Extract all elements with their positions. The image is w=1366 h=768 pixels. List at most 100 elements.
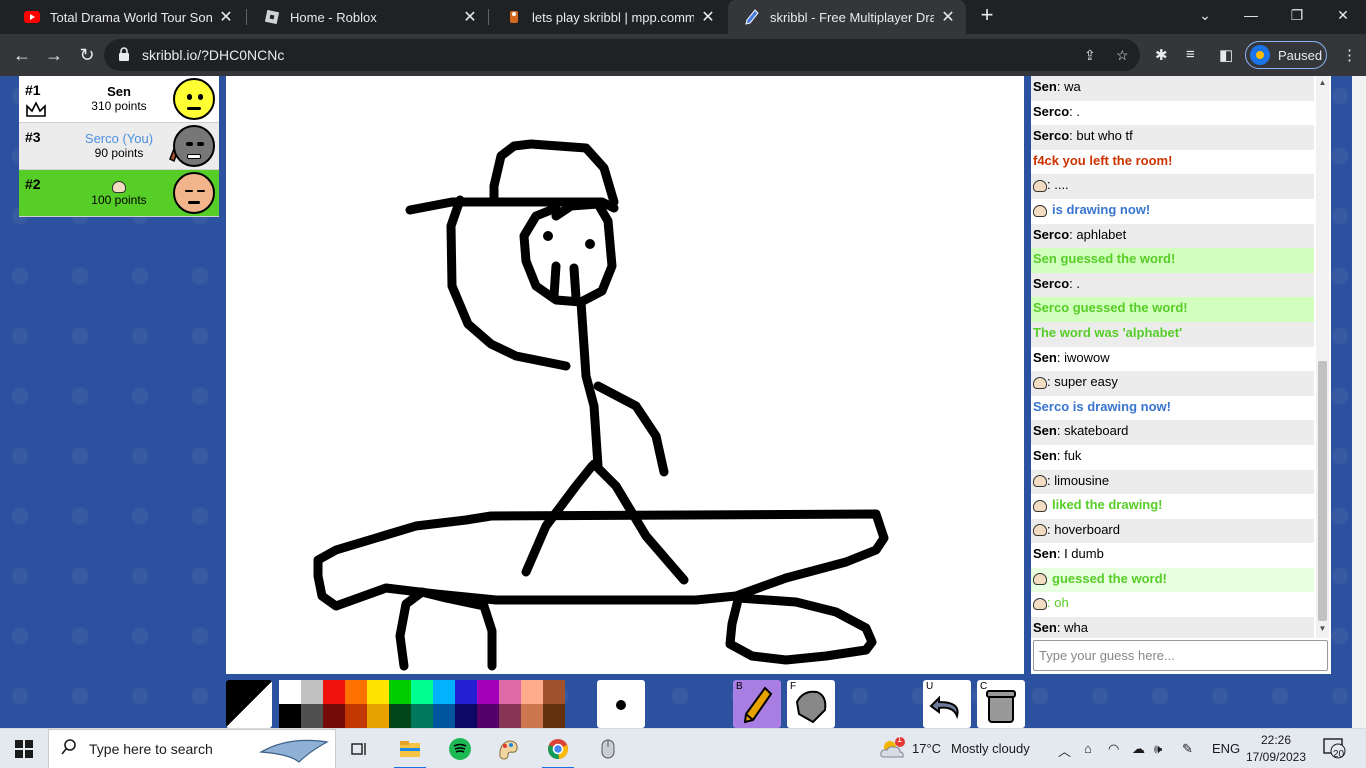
color-swatch[interactable] xyxy=(499,680,521,704)
side-panel-icon[interactable]: ◧ xyxy=(1219,46,1233,64)
color-swatch[interactable] xyxy=(367,704,389,728)
chat-author: Serco xyxy=(1033,275,1070,291)
color-swatch[interactable] xyxy=(521,680,543,704)
mouse-app-icon[interactable] xyxy=(584,729,632,768)
color-swatch[interactable] xyxy=(367,680,389,704)
undo-button[interactable]: U xyxy=(923,680,971,728)
restore-button[interactable]: ❐ xyxy=(1274,0,1320,30)
color-swatch[interactable] xyxy=(411,704,433,728)
tool-hotkey: C xyxy=(980,681,988,692)
chat-message: Serco guessed the word! xyxy=(1031,297,1314,322)
drawing-canvas[interactable] xyxy=(226,76,1024,674)
color-swatch[interactable] xyxy=(411,680,433,704)
color-swatch[interactable] xyxy=(455,704,477,728)
color-swatch[interactable] xyxy=(323,704,345,728)
color-swatch[interactable] xyxy=(323,680,345,704)
color-swatch[interactable] xyxy=(301,704,323,728)
language-indicator[interactable]: ENG xyxy=(1212,741,1240,756)
chat-message: Sen: iwowow xyxy=(1031,346,1314,372)
close-tab-icon[interactable]: ✕ xyxy=(700,7,716,27)
share-icon[interactable]: ⇪ xyxy=(1084,47,1096,64)
brush-size-button[interactable] xyxy=(597,680,645,728)
chat-avatar-icon xyxy=(1033,179,1047,192)
chat-text: guessed the word! xyxy=(1052,570,1167,586)
bookmark-star-icon[interactable]: ☆ xyxy=(1116,47,1129,64)
page-scrollbar[interactable] xyxy=(1352,76,1366,728)
youtube-icon xyxy=(24,9,40,25)
brush-tool-button[interactable]: B xyxy=(733,680,781,728)
onedrive-icon[interactable]: ☁ xyxy=(1132,741,1145,757)
clear-button[interactable]: C xyxy=(977,680,1025,728)
tab-skribbl[interactable]: skribbl - Free Multiplayer Drawin ✕ xyxy=(728,0,966,34)
stick-figure-legs xyxy=(521,459,689,585)
color-swatch[interactable] xyxy=(455,680,477,704)
chat-message: Sen guessed the word! xyxy=(1031,248,1314,273)
player-row[interactable]: #1 Sen 310 points xyxy=(19,76,219,123)
color-swatch[interactable] xyxy=(543,680,565,704)
color-swatch[interactable] xyxy=(433,680,455,704)
color-swatch[interactable] xyxy=(389,704,411,728)
chat-text: : oh xyxy=(1047,595,1069,611)
back-button[interactable]: ← xyxy=(9,42,35,68)
tab-roblox[interactable]: Home - Roblox ✕ xyxy=(248,0,488,34)
color-swatch[interactable] xyxy=(477,680,499,704)
close-window-button[interactable]: ✕ xyxy=(1320,0,1366,30)
show-hidden-icons-chevron-icon[interactable]: ︿ xyxy=(1058,741,1071,760)
file-explorer-icon[interactable] xyxy=(386,729,434,768)
system-clock[interactable]: 22:26 17/09/2023 xyxy=(1240,732,1312,766)
media-controls-icon[interactable]: ≡ xyxy=(1186,46,1195,63)
close-tab-icon[interactable]: ✕ xyxy=(462,7,478,27)
color-swatch[interactable] xyxy=(499,704,521,728)
close-tab-icon[interactable]: ✕ xyxy=(940,7,956,27)
color-swatch[interactable] xyxy=(279,704,301,728)
chrome-menu-icon[interactable]: ⋮ xyxy=(1342,46,1357,64)
minimize-button[interactable]: — xyxy=(1228,0,1274,30)
scroll-thumb[interactable] xyxy=(1318,361,1327,621)
color-swatch[interactable] xyxy=(301,680,323,704)
reload-button[interactable]: ↻ xyxy=(74,42,100,68)
task-view-icon[interactable] xyxy=(336,729,384,768)
color-swatch[interactable] xyxy=(477,704,499,728)
close-tab-icon[interactable]: ✕ xyxy=(218,7,234,27)
color-swatch[interactable] xyxy=(389,680,411,704)
guess-input[interactable] xyxy=(1033,640,1328,671)
tab-mpp[interactable]: lets play skribbl | mpp.communit ✕ xyxy=(490,0,726,34)
weather-description[interactable]: Mostly cloudy xyxy=(951,741,1030,756)
new-tab-button[interactable]: + xyxy=(972,0,1002,30)
player-row[interactable]: #2 100 points xyxy=(19,170,219,217)
color-swatch[interactable] xyxy=(543,704,565,728)
fill-tool-button[interactable]: F xyxy=(787,680,835,728)
extensions-icon[interactable]: ✱ xyxy=(1155,46,1168,64)
pen-workspace-icon[interactable]: ✎ xyxy=(1182,741,1193,757)
taskbar-search[interactable]: Type here to search xyxy=(48,729,336,768)
player-avatar xyxy=(173,125,215,167)
start-button[interactable] xyxy=(0,729,48,768)
tab-search-button[interactable]: ⌄ xyxy=(1182,0,1228,30)
windows-logo-icon xyxy=(15,740,33,758)
meet-now-icon[interactable]: ⌂ xyxy=(1084,741,1092,756)
paint-icon[interactable] xyxy=(484,729,532,768)
color-swatch[interactable] xyxy=(433,704,455,728)
profile-button[interactable]: Paused xyxy=(1245,41,1327,69)
forward-button[interactable]: → xyxy=(41,42,67,68)
chat-text: wa xyxy=(1064,79,1081,94)
tab-youtube[interactable]: Total Drama World Tour Songs, b ✕ xyxy=(8,0,244,34)
player-row-you[interactable]: #3 Serco (You) 90 points xyxy=(19,123,219,170)
color-swatch[interactable] xyxy=(279,680,301,704)
volume-icon[interactable]: 🕪 xyxy=(1154,741,1162,757)
chat-scrollbar[interactable]: ▲ ▼ xyxy=(1316,76,1329,638)
color-swatch[interactable] xyxy=(345,704,367,728)
scroll-down-arrow-icon[interactable]: ▼ xyxy=(1316,624,1329,633)
weather-temp[interactable]: 17°C xyxy=(912,741,941,756)
color-swatch[interactable] xyxy=(521,704,543,728)
color-swatch[interactable] xyxy=(345,680,367,704)
chrome-icon[interactable] xyxy=(534,729,582,768)
wifi-icon[interactable]: ◠ xyxy=(1108,741,1119,757)
color-preview[interactable] xyxy=(226,680,272,728)
skribbl-page: #1 Sen 310 points #3 Serco (You) 90 poin… xyxy=(0,76,1366,728)
lock-icon[interactable] xyxy=(118,47,130,66)
spotify-icon[interactable] xyxy=(436,729,484,768)
address-bar[interactable]: skribbl.io/?DHC0NCNc ⇪ ☆ xyxy=(104,39,1140,71)
chat-text: . xyxy=(1076,103,1080,119)
scroll-up-arrow-icon[interactable]: ▲ xyxy=(1316,78,1329,87)
